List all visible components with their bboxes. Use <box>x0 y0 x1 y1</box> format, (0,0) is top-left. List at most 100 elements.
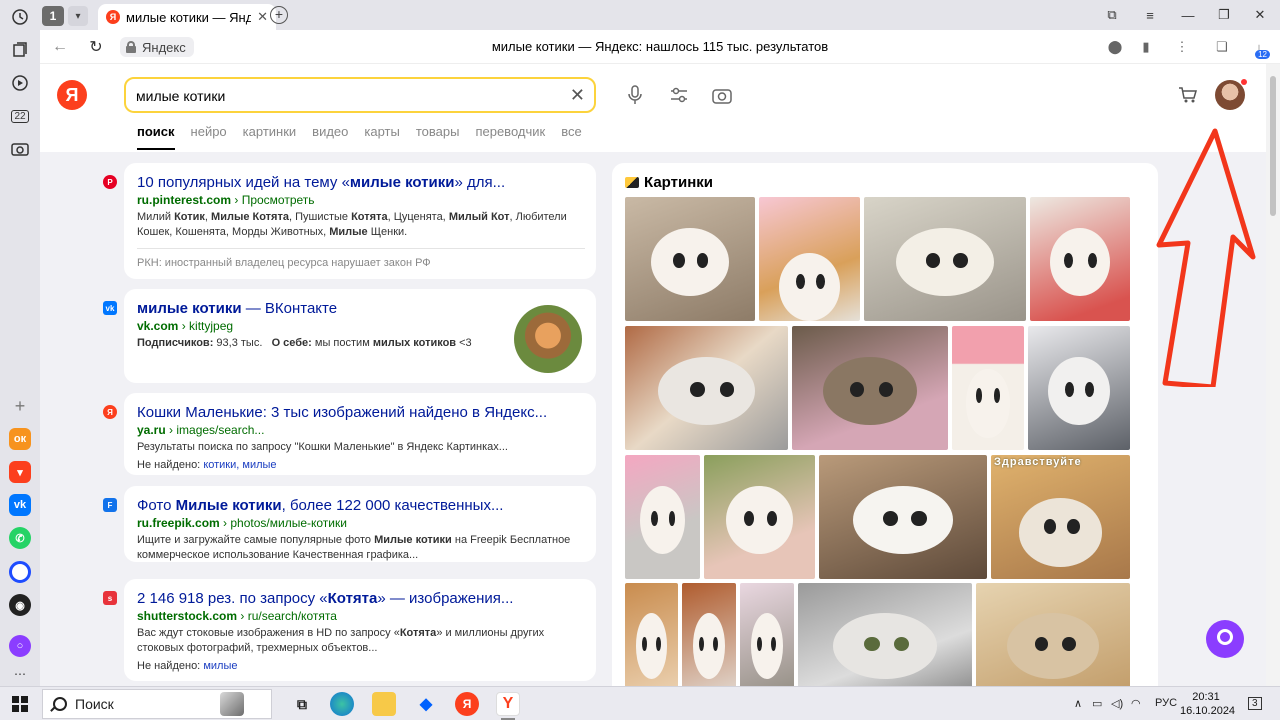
cart-icon[interactable] <box>1178 86 1198 104</box>
microphone-icon[interactable] <box>624 84 646 106</box>
tab-search[interactable]: поиск <box>137 124 175 150</box>
odnoklassniki-icon[interactable]: ок <box>9 428 31 450</box>
images-heading[interactable]: Картинки <box>625 174 713 191</box>
result-url[interactable]: ya.ru › images/search... <box>137 423 584 437</box>
cat-image[interactable] <box>682 583 736 686</box>
back-arrow-icon[interactable]: ← <box>50 37 70 57</box>
cat-image[interactable] <box>759 197 860 321</box>
extensions-icon[interactable]: ❏ <box>1213 38 1231 56</box>
result-card: P 10 популярных идей на тему «милые коти… <box>103 163 596 279</box>
cat-image[interactable] <box>864 197 1026 321</box>
music-icon[interactable]: ◉ <box>9 594 31 616</box>
media-player-icon[interactable] <box>8 71 32 95</box>
not-found-words[interactable]: котики, милые <box>203 459 276 471</box>
menu-icon[interactable]: ≡ <box>1132 4 1168 26</box>
cat-image[interactable] <box>798 583 972 686</box>
history-icon[interactable] <box>8 5 32 29</box>
tray-chevron-icon[interactable]: ∧ <box>1074 697 1082 710</box>
dropbox-icon[interactable]: ◆ <box>414 692 438 716</box>
tab-goods[interactable]: товары <box>416 124 460 150</box>
wifi-icon[interactable]: ◠ <box>1131 697 1141 710</box>
result-url[interactable]: ru.freepik.com › photos/милые-котики <box>137 516 584 530</box>
cat-image[interactable] <box>625 583 678 686</box>
edge-icon[interactable] <box>330 692 354 716</box>
cat-image[interactable]: Здравствуйте <box>991 455 1130 579</box>
result-title[interactable]: милые котики — ВКонтакте <box>137 299 584 318</box>
more-icon[interactable]: ⋯ <box>8 662 32 686</box>
market-icon[interactable]: ▾ <box>9 461 31 483</box>
site-identity[interactable]: Яндекс <box>120 37 194 57</box>
tab-images[interactable]: картинки <box>243 124 297 150</box>
cat-image[interactable] <box>625 326 788 450</box>
volume-icon[interactable]: ◁) <box>1111 697 1123 710</box>
more-vertical-icon[interactable]: ⋮ <box>1173 38 1191 56</box>
tab-video[interactable]: видео <box>312 124 348 150</box>
battery-icon[interactable]: ▭ <box>1092 697 1102 710</box>
cat-image[interactable] <box>740 583 794 686</box>
result-snippet: Милий Котик, Милые Котята, Пушистые Котя… <box>137 211 567 238</box>
not-found-words[interactable]: милые <box>203 660 237 672</box>
new-tab-button[interactable]: + <box>270 6 288 24</box>
notifications-icon[interactable]: 3 <box>1248 697 1262 710</box>
filters-icon[interactable] <box>668 84 690 106</box>
close-window-button[interactable]: ✕ <box>1242 4 1278 26</box>
result-title[interactable]: Фото Милые котики, более 122 000 качеств… <box>137 496 584 515</box>
pinterest-icon: P <box>103 175 117 189</box>
task-view-icon[interactable]: ⧉ <box>290 692 314 716</box>
calendar-icon[interactable]: 22 <box>8 104 32 128</box>
widget-image-icon[interactable] <box>220 692 244 716</box>
screenshot-icon[interactable] <box>8 137 32 161</box>
cat-image[interactable] <box>952 326 1024 450</box>
tab-translator[interactable]: переводчик <box>475 124 545 150</box>
cat-image[interactable] <box>976 583 1130 686</box>
cat-image[interactable] <box>792 326 948 450</box>
vk-kitten-thumbnail[interactable] <box>514 305 582 373</box>
cat-image[interactable] <box>625 455 700 579</box>
mail-ring-icon[interactable] <box>9 561 31 583</box>
cat-image[interactable] <box>1028 326 1130 450</box>
tab-neuro[interactable]: нейро <box>191 124 227 150</box>
cat-image[interactable] <box>625 197 755 321</box>
clock[interactable]: 20:31 16.10.2024 <box>1180 690 1235 718</box>
yandex-taskbar-icon[interactable]: Я <box>455 692 479 716</box>
file-explorer-icon[interactable] <box>372 692 396 716</box>
avatar[interactable] <box>1215 80 1245 110</box>
alice-sidebar-icon[interactable]: ○ <box>9 635 31 657</box>
alice-assistant-button[interactable] <box>1206 620 1244 658</box>
whatsapp-icon[interactable]: ✆ <box>9 527 31 549</box>
page-scrollbar[interactable] <box>1266 64 1280 686</box>
result-url[interactable]: shutterstock.com › ru/search/котята <box>137 609 584 623</box>
search-input[interactable] <box>136 86 556 106</box>
yandex-logo[interactable]: Я <box>57 80 87 110</box>
vk-icon[interactable]: vk <box>9 494 31 516</box>
cat-image[interactable] <box>819 455 987 579</box>
tab-active[interactable]: Я милые котики — Яндекс ✕ <box>98 4 276 30</box>
restore-button[interactable]: ❐ <box>1206 4 1242 26</box>
tabs-icon[interactable]: ⧉ <box>1094 4 1130 26</box>
cat-image[interactable] <box>1030 197 1130 321</box>
cat-image[interactable] <box>704 455 815 579</box>
yandex-browser-taskbar-icon[interactable]: Y <box>496 692 520 716</box>
collections-icon[interactable] <box>8 38 32 62</box>
result-url[interactable]: ru.pinterest.com › Просмотреть <box>137 193 584 207</box>
tab-all[interactable]: все <box>561 124 582 150</box>
bookmark-icon[interactable]: ▮ <box>1137 38 1155 56</box>
scroll-thumb[interactable] <box>1270 76 1276 216</box>
result-title[interactable]: 2 146 918 рез. по запросу «Котята» — изо… <box>137 589 584 608</box>
add-app-icon[interactable]: + <box>8 394 32 418</box>
tab-maps[interactable]: карты <box>364 124 399 150</box>
clear-icon[interactable]: ✕ <box>570 85 585 105</box>
result-title[interactable]: Кошки Маленькие: 3 тыс изображений найде… <box>137 403 584 422</box>
reload-icon[interactable]: ↻ <box>86 37 106 57</box>
minimize-button[interactable]: — <box>1170 4 1206 26</box>
chevron-down-icon[interactable]: ▾ <box>68 6 88 26</box>
windows-start-button[interactable] <box>12 696 28 712</box>
location-pin-icon[interactable]: ⬤ <box>1106 38 1124 56</box>
page-heading[interactable]: милые котики — Яндекс: нашлось 115 тыс. … <box>40 39 1280 54</box>
close-icon[interactable]: ✕ <box>257 9 268 25</box>
camera-search-icon[interactable] <box>711 84 733 106</box>
language-indicator[interactable]: РУС <box>1155 697 1177 709</box>
download-icon[interactable]: ↓ 12 <box>1250 38 1270 59</box>
tab-counter[interactable]: 1 <box>42 6 64 26</box>
result-title[interactable]: 10 популярных идей на тему «милые котики… <box>137 173 584 192</box>
